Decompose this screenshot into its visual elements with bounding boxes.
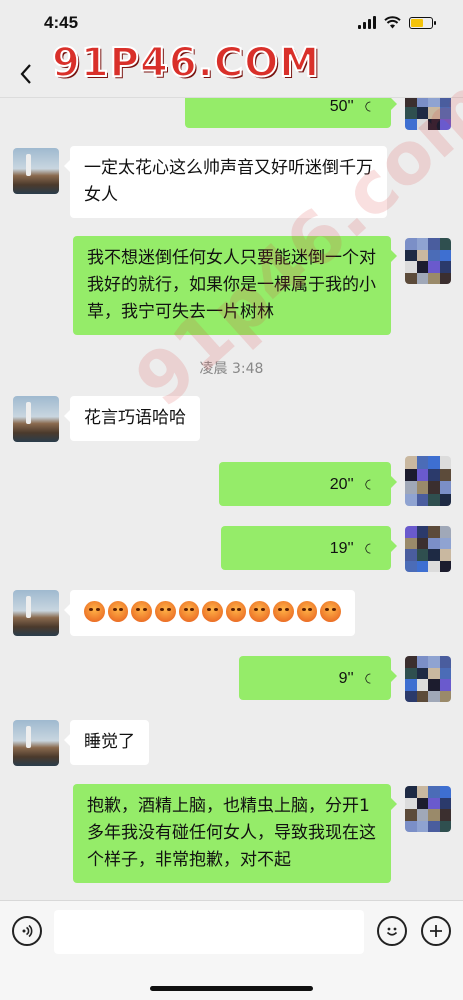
angry-emoji-icon [178,601,200,622]
angry-emoji-icon [154,601,176,622]
emoji-face-icon [386,927,398,936]
avatar-contact[interactable] [13,590,59,636]
message-text: 抱歉，酒精上脑，也精虫上脑，分开1多年我没有碰任何女人，导致我现在这个样子，非常… [87,796,376,870]
status-time: 4:45 [44,13,79,32]
avatar-self[interactable] [405,656,451,702]
text-message-bubble[interactable]: 一定太花心这么帅声音又好听迷倒千万女人 [64,146,387,218]
voice-message-bubble[interactable]: 20'' ◡ [219,462,397,506]
text-message-bubble[interactable]: 睡觉了 [64,720,149,765]
voice-message-bubble[interactable]: 50'' ◡ [185,98,397,128]
emoji-button[interactable] [377,916,407,946]
chat-area[interactable]: 50'' ◡ 一定太花心这么帅声音又好听迷倒千万女人 我不想迷倒任何女人只要能迷倒… [0,98,463,900]
signal-icon [358,16,376,29]
voice-duration: 20'' [329,476,354,493]
timestamp: 凌晨 3:48 [199,361,264,377]
text-message-bubble[interactable]: 抱歉，酒精上脑，也精虫上脑，分开1多年我没有碰任何女人，导致我现在这个样子，非常… [73,784,397,883]
voice-duration: 19'' [329,540,354,557]
back-icon[interactable] [14,60,38,88]
angry-emoji-icon [249,601,271,622]
input-bar [0,900,463,1000]
avatar-self[interactable] [405,526,451,572]
avatar-self[interactable] [405,786,451,832]
angry-emoji-icon [296,601,318,622]
message-text: 睡觉了 [84,732,135,752]
message-text: 一定太花心这么帅声音又好听迷倒千万女人 [84,158,373,205]
voice-duration: 9'' [338,670,354,687]
message-text: 我不想迷倒任何女人只要能迷倒一个对我好的就行，如果你是一棵属于我的小草，我宁可失… [87,248,376,322]
voice-duration: 50'' [329,98,354,115]
voice-input-button[interactable] [12,916,42,946]
avatar-contact[interactable] [13,720,59,766]
avatar-self[interactable] [405,456,451,506]
status-icons [358,16,436,29]
message-input[interactable] [54,910,364,954]
avatar-self[interactable] [405,98,451,130]
voice-wave-icon: ◡ [363,672,379,685]
voice-message-bubble[interactable]: 19'' ◡ [221,526,397,570]
voice-wave-icon: ◡ [363,542,379,555]
message-text: 花言巧语哈哈 [84,408,186,428]
voice-wave-icon: ◡ [363,100,379,113]
emoji-row [84,599,342,622]
avatar-contact[interactable] [13,396,59,442]
voice-wave-icon: ◡ [363,478,379,491]
angry-emoji-icon [202,601,223,622]
text-message-bubble[interactable]: 花言巧语哈哈 [64,396,200,441]
more-button[interactable] [421,916,451,946]
text-message-bubble[interactable]: 我不想迷倒任何女人只要能迷倒一个对我好的就行，如果你是一棵属于我的小草，我宁可失… [73,236,397,335]
avatar-contact[interactable] [13,148,59,194]
angry-emoji-icon [273,601,294,622]
wifi-icon [384,16,401,29]
angry-emoji-icon [320,601,342,622]
angry-emoji-icon [84,601,105,622]
battery-icon [409,17,436,29]
home-indicator [150,986,313,991]
angry-emoji-icon [131,601,152,622]
watermark-logo: 91P46.COM [51,39,321,87]
voice-icon [22,924,33,938]
avatar-self[interactable] [405,238,451,284]
angry-emoji-icon [107,601,129,622]
angry-emoji-icon [225,601,247,622]
voice-message-bubble[interactable]: 9'' ◡ [239,656,397,700]
plus-icon [430,925,442,937]
emoji-message-bubble[interactable] [64,590,355,636]
